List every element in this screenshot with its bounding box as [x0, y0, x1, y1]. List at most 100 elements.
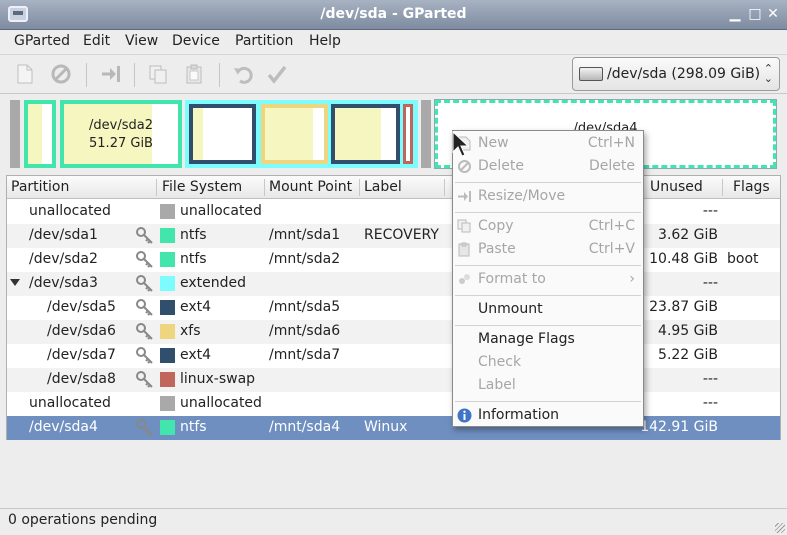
cell-mountpoint: /mnt/sda2 — [269, 251, 341, 267]
cell-unused: --- — [702, 203, 718, 219]
table-row[interactable]: /dev/sda4 ntfs/mnt/sda4 Winux 142.91 GiB — [7, 416, 780, 440]
menu-bar: GParted Edit View Device Partition Help — [0, 30, 787, 54]
mounted-key-icon — [135, 346, 155, 366]
submenu-arrow-icon: › — [629, 271, 635, 287]
menu-view[interactable]: View — [125, 33, 158, 49]
cell-unused: --- — [702, 275, 718, 291]
table-row[interactable]: /dev/sda2 ntfs/mnt/sda2 10.48 GiB boot — [7, 248, 780, 272]
menu-help[interactable]: Help — [309, 33, 341, 49]
mounted-key-icon — [135, 418, 155, 438]
menu-partition[interactable]: Partition — [235, 33, 293, 49]
table-row[interactable]: /dev/sda1 ntfs/mnt/sda1 RECOVERY 3.62 GiB — [7, 224, 780, 248]
minimize-icon[interactable]: ▁ — [727, 6, 743, 22]
col-partition[interactable]: Partition — [11, 179, 69, 195]
cell-mountpoint: /mnt/sda1 — [269, 227, 341, 243]
fs-color-swatch — [160, 300, 175, 315]
diskmap-sda7[interactable] — [331, 104, 400, 164]
partition-context-menu: New Ctrl+N Delete Delete Resize/Move Copy Ctrl… — [452, 130, 644, 427]
col-label[interactable]: Label — [364, 179, 402, 195]
menu-item-format-to[interactable]: Format to › — [453, 269, 643, 291]
resize-grip[interactable] — [775, 523, 785, 533]
menu-item-information[interactable]: Information — [453, 405, 643, 427]
menu-item-label: Resize/Move — [478, 188, 566, 204]
mouse-cursor-icon — [452, 131, 470, 157]
cell-label: Winux — [364, 419, 408, 435]
diskmap-sda6[interactable] — [261, 104, 328, 164]
diskmap-sda1[interactable] — [24, 100, 56, 168]
status-text: 0 operations pending — [8, 512, 158, 528]
menu-gparted[interactable]: GParted — [14, 33, 70, 49]
cell-filesystem: ext4 — [180, 347, 212, 363]
menu-item-label: Unmount — [478, 301, 543, 317]
col-mountpoint[interactable]: Mount Point — [269, 179, 352, 195]
device-selector[interactable]: /dev/sda (298.09 GiB) ⌃ ⌄ — [572, 57, 780, 91]
col-filesystem[interactable]: File System — [162, 179, 242, 195]
cell-filesystem: extended — [180, 275, 247, 291]
table-row[interactable]: /dev/sda5 ext4/mnt/sda5 23.87 GiB — [7, 296, 780, 320]
copy-icon[interactable] — [147, 63, 169, 85]
delete-icon[interactable] — [50, 63, 72, 85]
resize-move-icon[interactable] — [100, 63, 122, 85]
table-row[interactable]: /dev/sda6 xfs/mnt/sda6 4.95 GiB — [7, 320, 780, 344]
cell-unused: 142.91 GiB — [640, 419, 718, 435]
close-icon[interactable]: ✕ — [765, 6, 781, 22]
menu-item-resize-move[interactable]: Resize/Move — [453, 186, 643, 208]
menu-separator — [455, 265, 641, 266]
mounted-key-icon — [135, 274, 155, 294]
menu-separator — [455, 325, 641, 326]
paste-icon[interactable] — [183, 63, 205, 85]
mounted-key-icon — [135, 322, 155, 342]
menu-separator — [455, 182, 641, 183]
cell-unused: 5.22 GiB — [658, 347, 718, 363]
cell-partition: unallocated — [29, 395, 111, 411]
new-icon[interactable] — [14, 63, 36, 85]
cell-partition: /dev/sda6 — [47, 323, 116, 339]
menu-item-label: Paste — [478, 241, 516, 257]
cell-unused: --- — [702, 395, 718, 411]
table-row[interactable]: /dev/sda3 extended --- — [7, 272, 780, 296]
menu-item-label[interactable]: Label — [453, 375, 643, 397]
table-row[interactable]: unallocated unallocated --- — [7, 392, 780, 416]
apply-icon[interactable] — [266, 63, 288, 85]
menu-item-delete[interactable]: Delete Delete — [453, 156, 643, 178]
table-row[interactable]: /dev/sda8 linux-swap --- — [7, 368, 780, 392]
combo-arrows-icon: ⌃ ⌄ — [763, 62, 773, 85]
harddisk-icon — [579, 67, 603, 81]
cell-unused: 23.87 GiB — [649, 299, 718, 315]
menu-item-accel: Ctrl+C — [588, 218, 635, 234]
diskmap-sda2[interactable]: /dev/sda2 51.27 GiB — [60, 100, 182, 168]
diskmap-sda5[interactable] — [189, 104, 256, 164]
menu-item-new[interactable]: New Ctrl+N — [453, 133, 643, 155]
menu-item-unmount[interactable]: Unmount — [453, 299, 643, 321]
device-selector-label: /dev/sda (298.09 GiB) — [607, 66, 761, 82]
col-flags[interactable]: Flags — [733, 179, 770, 195]
cell-partition: unallocated — [29, 203, 111, 219]
format-icon — [457, 272, 472, 287]
copy-icon — [457, 219, 472, 234]
diskmap-sda3-extended[interactable] — [185, 100, 418, 168]
menu-item-paste[interactable]: Paste Ctrl+V — [453, 239, 643, 261]
col-unused[interactable]: Unused — [650, 179, 703, 195]
menu-item-check[interactable]: Check — [453, 352, 643, 374]
expander-icon[interactable] — [10, 279, 20, 286]
maximize-icon[interactable]: □ — [747, 6, 763, 22]
table-row[interactable]: /dev/sda7 ext4/mnt/sda7 5.22 GiB — [7, 344, 780, 368]
diskmap-sda8[interactable] — [403, 104, 413, 164]
menu-separator — [455, 295, 641, 296]
menu-separator — [455, 212, 641, 213]
menu-item-copy[interactable]: Copy Ctrl+C — [453, 216, 643, 238]
mounted-key-icon — [135, 250, 155, 270]
menu-device[interactable]: Device — [172, 33, 220, 49]
menu-item-manage-flags[interactable]: Manage Flags — [453, 329, 643, 351]
menu-item-label: Manage Flags — [478, 331, 575, 347]
cell-filesystem: ntfs — [180, 419, 207, 435]
fs-color-swatch — [160, 324, 175, 339]
menu-edit[interactable]: Edit — [83, 33, 110, 49]
cell-unused: --- — [702, 371, 718, 387]
diskmap-unallocated-2[interactable] — [421, 100, 431, 168]
fs-color-swatch — [160, 204, 175, 219]
undo-icon[interactable] — [232, 63, 254, 85]
cell-mountpoint: /mnt/sda4 — [269, 419, 341, 435]
table-row[interactable]: unallocated unallocated --- — [7, 200, 780, 224]
diskmap-unallocated-1[interactable] — [10, 100, 20, 168]
